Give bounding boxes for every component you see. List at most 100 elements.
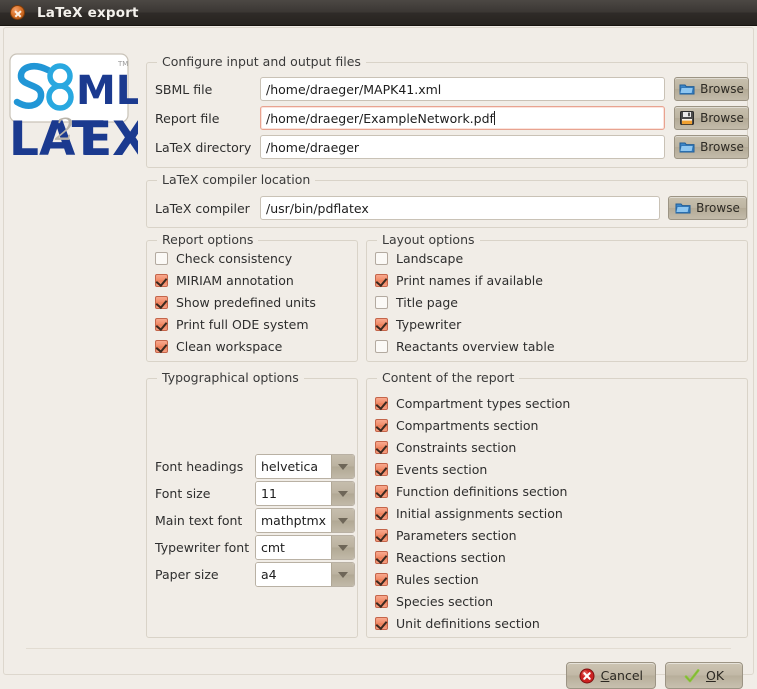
content-options-title: Content of the report — [377, 370, 520, 385]
checkbox-icon — [155, 251, 168, 265]
chevron-down-icon[interactable] — [331, 455, 354, 478]
checkbox-events-section[interactable]: Events section — [375, 458, 748, 480]
latex-directory-input[interactable]: /home/draeger — [260, 135, 665, 159]
checkbox-checked-icon — [375, 440, 388, 454]
svg-text:2: 2 — [54, 113, 74, 148]
layout-options-group: Layout options Landscape Print names if … — [366, 232, 748, 362]
checkbox-print-full-ode-system[interactable]: Print full ODE system — [155, 313, 358, 335]
checkbox-constraints-section[interactable]: Constraints section — [375, 436, 748, 458]
error-circle-x-icon — [579, 668, 595, 683]
checkbox-checked-icon — [375, 484, 388, 498]
checkbox-reactants-overview-table[interactable]: Reactants overview table — [375, 335, 748, 357]
checkbox-label: Typewriter — [396, 316, 462, 332]
text-caret — [493, 111, 495, 125]
checkbox-label: Landscape — [396, 250, 464, 266]
report-options-title: Report options — [157, 232, 259, 247]
checkbox-label: Compartment types section — [396, 395, 571, 411]
browse-latex-directory-button[interactable]: Browse — [674, 135, 749, 159]
checkbox-show-predefined-units[interactable]: Show predefined units — [155, 291, 358, 313]
checkbox-label: MIRIAM annotation — [176, 272, 294, 288]
checkbox-icon — [375, 251, 388, 265]
latex-compiler-row: LaTeX compiler /usr/bin/pdflatex Browse — [155, 196, 747, 220]
browse-report-file-label: Browse — [700, 111, 744, 125]
checkbox-label: Parameters section — [396, 527, 517, 543]
checkbox-checked-icon — [155, 295, 168, 309]
checkbox-rules-section[interactable]: Rules section — [375, 568, 748, 590]
font-size-row: Font size 11 — [155, 481, 355, 506]
checkbox-reactions-section[interactable]: Reactions section — [375, 546, 748, 568]
svg-text:EX: EX — [80, 112, 138, 164]
chevron-down-icon[interactable] — [331, 536, 354, 559]
checkbox-clean-workspace[interactable]: Clean workspace — [155, 335, 358, 357]
font-headings-row: Font headings helvetica — [155, 454, 355, 479]
window-title: LaTeX export — [37, 4, 139, 21]
checkbox-checked-icon — [155, 317, 168, 331]
checkbox-label: Check consistency — [176, 250, 293, 266]
sbml2latex-logo: ML TM LAT EX 2 — [8, 52, 138, 164]
browse-latex-compiler-button[interactable]: Browse — [668, 196, 747, 220]
font-headings-label: Font headings — [155, 459, 244, 474]
checkbox-label: Reactions section — [396, 549, 506, 565]
typographical-options-group: Typographical options Font headings helv… — [146, 370, 358, 638]
checkbox-checked-icon — [375, 528, 388, 542]
chevron-down-icon[interactable] — [331, 509, 354, 532]
latex-directory-label: LaTeX directory — [155, 139, 252, 155]
sbml-file-row: SBML file /home/draeger/MAPK41.xml Brows… — [155, 77, 749, 101]
latex-compiler-input[interactable]: /usr/bin/pdflatex — [260, 196, 660, 220]
checkbox-title-page[interactable]: Title page — [375, 291, 748, 313]
checkbox-initial-assignments-section[interactable]: Initial assignments section — [375, 502, 748, 524]
browse-sbml-file-label: Browse — [700, 82, 744, 96]
checkbox-checked-icon — [375, 594, 388, 608]
report-file-label: Report file — [155, 110, 220, 126]
checkbox-label: Clean workspace — [176, 338, 283, 354]
main-text-font-select[interactable]: mathptmx — [255, 508, 355, 533]
checkbox-compartments-section[interactable]: Compartments section — [375, 414, 748, 436]
checkbox-checked-icon — [375, 462, 388, 476]
checkbox-label: Initial assignments section — [396, 505, 563, 521]
checkbox-print-names-if-available[interactable]: Print names if available — [375, 269, 748, 291]
checkbox-checked-icon — [155, 339, 168, 353]
chevron-down-icon[interactable] — [331, 563, 354, 586]
files-group-title: Configure input and output files — [157, 54, 366, 69]
files-group: Configure input and output files SBML fi… — [146, 54, 749, 168]
checkbox-function-definitions-section[interactable]: Function definitions section — [375, 480, 748, 502]
paper-size-select[interactable]: a4 — [255, 562, 355, 587]
checkbox-check-consistency[interactable]: Check consistency — [155, 247, 358, 269]
typewriter-font-select[interactable]: cmt — [255, 535, 355, 560]
chevron-down-icon[interactable] — [331, 482, 354, 505]
checkbox-parameters-section[interactable]: Parameters section — [375, 524, 748, 546]
typewriter-font-row: Typewriter font cmt — [155, 535, 355, 560]
browse-sbml-file-button[interactable]: Browse — [674, 77, 749, 101]
checkbox-label: Unit definitions section — [396, 615, 540, 631]
font-size-select[interactable]: 11 — [255, 481, 355, 506]
close-icon[interactable] — [10, 5, 25, 20]
font-headings-select[interactable]: helvetica — [255, 454, 355, 479]
checkbox-miriam-annotation[interactable]: MIRIAM annotation — [155, 269, 358, 291]
checkbox-typewriter[interactable]: Typewriter — [375, 313, 748, 335]
paper-size-label: Paper size — [155, 567, 219, 582]
latex-compiler-label: LaTeX compiler — [155, 200, 250, 216]
checkbox-checked-icon — [375, 506, 388, 520]
svg-text:ML: ML — [76, 68, 138, 114]
latex-compiler-value: /usr/bin/pdflatex — [266, 200, 369, 216]
checkbox-icon — [375, 339, 388, 353]
cancel-button[interactable]: Cancel — [565, 662, 656, 689]
checkbox-label: Show predefined units — [176, 294, 316, 310]
sbml-file-input[interactable]: /home/draeger/MAPK41.xml — [260, 77, 665, 101]
report-file-value: /home/draeger/ExampleNetwork.pdf — [266, 110, 494, 126]
report-file-input[interactable]: /home/draeger/ExampleNetwork.pdf — [260, 106, 665, 130]
typewriter-font-label: Typewriter font — [155, 540, 250, 555]
browse-report-file-button[interactable]: Browse — [674, 106, 749, 130]
checkbox-unit-definitions-section[interactable]: Unit definitions section — [375, 612, 748, 634]
sbml-file-label: SBML file — [155, 81, 213, 97]
checkbox-label: Reactants overview table — [396, 338, 555, 354]
footer-separator — [26, 648, 731, 649]
checkbox-landscape[interactable]: Landscape — [375, 247, 748, 269]
paper-size-value: a4 — [256, 563, 331, 586]
checkbox-label: Print full ODE system — [176, 316, 309, 332]
checkbox-label: Print names if available — [396, 272, 543, 288]
checkbox-species-section[interactable]: Species section — [375, 590, 748, 612]
checkbox-compartment-types-section[interactable]: Compartment types section — [375, 392, 748, 414]
ok-button[interactable]: OK — [665, 662, 743, 689]
latex-directory-row: LaTeX directory /home/draeger Browse — [155, 135, 749, 159]
